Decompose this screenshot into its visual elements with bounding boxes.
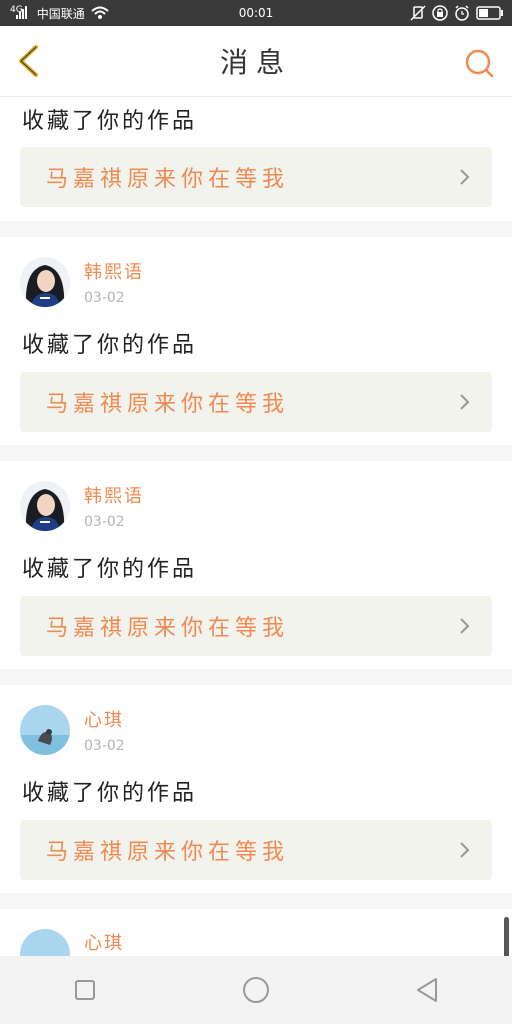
timestamp: 03-02: [84, 514, 125, 530]
network-type: 4G: [10, 5, 23, 15]
user-row[interactable]: 心琪 03-02: [20, 705, 125, 755]
work-link[interactable]: 马嘉祺原来你在等我: [20, 596, 492, 656]
back-nav-button[interactable]: [405, 968, 449, 1012]
work-link[interactable]: 马嘉祺原来你在等我: [20, 372, 492, 432]
user-meta: 韩熙语 03-02: [84, 258, 144, 306]
work-link[interactable]: 马嘉祺原来你在等我: [20, 820, 492, 880]
list-item: 收藏了你的作品 马嘉祺原来你在等我: [0, 97, 512, 221]
page-title: 消息: [219, 46, 292, 79]
home-icon: [242, 977, 269, 1003]
work-title: 马嘉祺原来你在等我: [46, 167, 290, 192]
home-button[interactable]: [234, 968, 278, 1012]
status-bar: 4G 中国联通 00:01: [0, 0, 512, 26]
avatar[interactable]: [20, 705, 70, 755]
user-name[interactable]: 韩熙语: [84, 258, 144, 284]
battery-icon: [476, 6, 504, 20]
search-button[interactable]: [464, 48, 494, 78]
chevron-right-icon: [458, 392, 472, 412]
back-triangle-icon: [416, 978, 437, 1002]
lock-rotation-icon: [432, 5, 448, 21]
chevron-right-icon: [458, 616, 472, 636]
back-button[interactable]: [12, 44, 46, 78]
user-row[interactable]: 心琪: [20, 929, 124, 956]
user-row[interactable]: 韩熙语 03-02: [20, 481, 144, 531]
alarm-icon: [454, 5, 470, 21]
user-name[interactable]: 心琪: [84, 706, 125, 732]
recent-apps-button[interactable]: [63, 968, 107, 1012]
list-item: 韩熙语 03-02 收藏了你的作品 马嘉祺原来你在等我: [0, 237, 512, 445]
wifi-icon: [91, 6, 109, 20]
system-nav-bar: [0, 956, 512, 1024]
user-name[interactable]: 心琪: [84, 929, 124, 955]
chevron-right-icon: [458, 167, 472, 187]
mute-icon: [410, 5, 426, 21]
list-item: 心琪 03-02 收藏了你的作品 马嘉祺原来你在等我: [0, 685, 512, 893]
app-header: 消息: [0, 26, 512, 97]
action-text: 收藏了你的作品: [22, 557, 198, 582]
message-list[interactable]: 收藏了你的作品 马嘉祺原来你在等我 韩熙语 03-02 收藏了你的作品 马嘉祺原…: [0, 97, 512, 956]
recent-apps-icon: [75, 980, 96, 1000]
work-title: 马嘉祺原来你在等我: [46, 840, 290, 865]
action-text: 收藏了你的作品: [22, 781, 198, 806]
timestamp: 03-02: [84, 290, 125, 306]
work-title: 马嘉祺原来你在等我: [46, 616, 290, 641]
chevron-left-icon: [19, 45, 38, 77]
scrollbar-thumb[interactable]: [504, 917, 509, 956]
work-title: 马嘉祺原来你在等我: [46, 392, 290, 417]
status-left: 4G 中国联通: [8, 5, 109, 22]
user-meta: 心琪: [84, 929, 124, 955]
carrier-name: 中国联通: [36, 6, 85, 21]
list-item: 韩熙语 03-02 收藏了你的作品 马嘉祺原来你在等我: [0, 461, 512, 669]
user-row[interactable]: 韩熙语 03-02: [20, 257, 144, 307]
status-right: [410, 5, 504, 21]
user-meta: 心琪 03-02: [84, 706, 125, 754]
list-item: 心琪: [0, 909, 512, 956]
work-link[interactable]: 马嘉祺原来你在等我: [20, 147, 492, 207]
user-name[interactable]: 韩熙语: [84, 482, 144, 508]
search-icon: [465, 49, 494, 78]
action-text: 收藏了你的作品: [22, 333, 198, 358]
timestamp: 03-02: [84, 738, 125, 754]
avatar[interactable]: [20, 481, 70, 531]
action-text: 收藏了你的作品: [22, 109, 198, 134]
avatar[interactable]: [20, 929, 70, 956]
user-meta: 韩熙语 03-02: [84, 482, 144, 530]
chevron-right-icon: [458, 840, 472, 860]
avatar[interactable]: [20, 257, 70, 307]
